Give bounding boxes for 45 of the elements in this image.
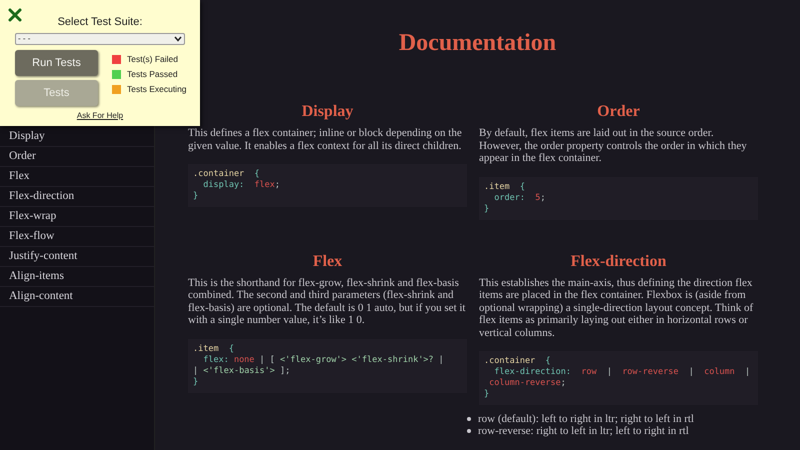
code-line: .item {: [193, 344, 234, 354]
code-line: | <'flex-basis'> ];: [193, 366, 290, 376]
section-description: This defines a flex container; inline or block depending on the given value. It enables a flex context for all its direct children.: [188, 127, 463, 152]
legend-label: Tests Passed: [127, 69, 178, 79]
page-title: Documentation: [398, 29, 556, 58]
section-title: Display: [302, 102, 354, 122]
code-line: flex: none | [ <'flex-grow'> <'flex-shrink'>? |: [202, 354, 444, 366]
code-line: order: 5;: [493, 192, 546, 204]
suite-select[interactable]: - - -: [15, 33, 185, 45]
code-line: .item {: [484, 182, 525, 192]
sidebar-item[interactable]: Display: [0, 127, 154, 147]
legend-label: Test(s) Failed: [127, 54, 178, 64]
section-description: This is the shorthand for flex-grow, flex-shrink and flex-basis combined. The second and third parameters (flex-shrink and flex-basis) are optional. The default is 0 1 auto, but if you set it with a single number value, it’s like 1 0.: [188, 276, 466, 326]
sidebar-item[interactable]: Flex-flow: [0, 227, 154, 247]
code-line: }: [193, 191, 198, 202]
bullet-icon: [467, 429, 471, 433]
sidebar-item[interactable]: Align-items: [0, 267, 154, 287]
code-line: }: [193, 376, 198, 388]
section-description: This establishes the main-axis, thus defining the direction flex items are placed in the flex container. Flexbox is (aside from optional wrapping) a single-direction layout concept. Think of flex items as primarily laying out either in horizontal rows or vertical columns.: [479, 276, 754, 339]
code-line: .container {: [193, 169, 260, 180]
bullet-icon: [467, 417, 471, 421]
code-line: .container {: [484, 356, 551, 367]
chevron-down-icon: [174, 36, 182, 42]
code-line: }: [484, 204, 490, 214]
close-icon[interactable]: [8, 8, 22, 22]
section-description: By default, flex items are laid out in the source order. However, the order property controls the order in which they appear in the flex container.: [479, 127, 748, 164]
code-line: display: flex;: [202, 180, 280, 191]
section-title: Order: [597, 102, 640, 122]
sidebar-item[interactable]: Order: [0, 147, 154, 167]
bullet-text: row-reverse: right to left in ltr; left to right in rtl: [478, 425, 689, 437]
test-button[interactable]: Run Tests: [15, 50, 98, 76]
help-link[interactable]: Ask For Help: [76, 111, 124, 121]
section-title: Flex-direction: [570, 252, 666, 272]
sidebar-item[interactable]: Justify-content: [0, 247, 154, 267]
sidebar-item[interactable]: Align-content: [0, 287, 154, 307]
section-title: Flex: [312, 252, 342, 272]
bullet-text: row (default): left to right in ltr; right to left in rtl: [478, 413, 694, 425]
sidebar-item[interactable]: Flex-wrap: [0, 207, 154, 227]
sidebar-item[interactable]: Flex-direction: [0, 187, 154, 207]
legend-label: Tests Executing: [127, 84, 187, 94]
sidebar-item[interactable]: Flex: [0, 167, 154, 187]
code-line: flex-direction: row | row-reverse | column |: [493, 367, 750, 378]
code-line: }: [484, 389, 490, 400]
code-line: column-reverse;: [488, 378, 566, 389]
select-label: Select Test Suite:: [58, 16, 142, 29]
